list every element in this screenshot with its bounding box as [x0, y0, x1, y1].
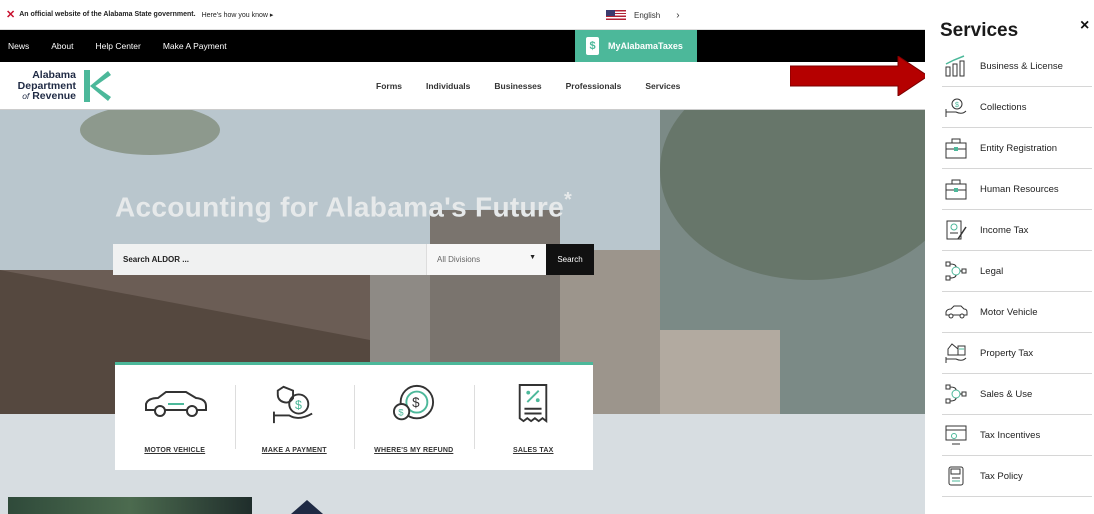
official-text: An official website of the Alabama State…: [19, 11, 196, 18]
quick-links: MOTOR VEHICLE $ MAKE A PAYMENT $ $ WHERE…: [115, 362, 593, 470]
services-panel: Services × Business & License $ Collecti…: [925, 0, 1094, 514]
car-icon: [144, 391, 207, 417]
logo-line1: Alabama: [32, 69, 76, 81]
hand-money-icon: $: [942, 95, 970, 119]
service-tax-policy[interactable]: Tax Policy: [942, 456, 1092, 497]
svg-text:$: $: [295, 398, 302, 412]
quick-link-label: WHERE'S MY REFUND: [374, 447, 454, 454]
main-nav: Alabama Department of Revenue Forms Indi…: [0, 62, 925, 110]
search-button[interactable]: Search: [546, 244, 594, 275]
nav-make-payment[interactable]: Make A Payment: [163, 41, 227, 51]
nav-businesses[interactable]: Businesses: [494, 81, 541, 91]
screen-icon: [942, 423, 970, 447]
service-business-license[interactable]: Business & License: [942, 46, 1092, 87]
briefcase-icon: [942, 136, 970, 160]
svg-text:$: $: [412, 395, 420, 410]
myalabamataxes-button[interactable]: $ MyAlabamaTaxes: [575, 30, 697, 62]
quick-link-refund[interactable]: $ $ WHERE'S MY REFUND: [354, 365, 474, 470]
search-bar: All Divisions ▼ Search: [113, 244, 594, 275]
receipt-icon: [519, 384, 548, 423]
service-motor-vehicle[interactable]: Motor Vehicle: [942, 292, 1092, 333]
top-nav: News About Help Center Make A Payment: [0, 30, 925, 62]
service-label: Entity Registration: [980, 142, 1058, 154]
service-label: Human Resources: [980, 183, 1059, 195]
nav-professionals[interactable]: Professionals: [566, 81, 622, 91]
k-logo-icon: [84, 70, 111, 102]
nav-forms[interactable]: Forms: [376, 81, 402, 91]
document-pen-icon: [942, 218, 970, 242]
logo-line3: of Revenue: [22, 90, 76, 102]
car-icon: [942, 300, 970, 324]
service-sales-use[interactable]: Sales & Use: [942, 374, 1092, 415]
refund-coin-icon: $ $: [392, 384, 434, 421]
service-legal[interactable]: Legal: [942, 251, 1092, 292]
scroll-marker-icon: [291, 500, 323, 514]
division-select[interactable]: All Divisions ▼: [426, 244, 546, 275]
service-label: Income Tax: [980, 224, 1029, 236]
service-label: Collections: [980, 101, 1027, 113]
service-label: Legal: [980, 265, 1004, 277]
tax-scroll-icon: [942, 464, 970, 488]
quick-link-label: MAKE A PAYMENT: [261, 447, 327, 454]
official-banner: ✕ An official website of the Alabama Sta…: [0, 0, 925, 30]
service-property-tax[interactable]: Property Tax: [942, 333, 1092, 374]
search-input[interactable]: [113, 244, 426, 275]
division-value: All Divisions: [437, 255, 481, 264]
quick-link-sales-tax[interactable]: SALES TAX: [473, 365, 594, 470]
how-you-know-link[interactable]: Here’s how you know ▸: [202, 11, 274, 19]
service-label: Tax Incentives: [980, 429, 1041, 441]
svg-text:$: $: [955, 102, 959, 109]
aldor-logo[interactable]: Alabama Department of Revenue: [4, 70, 76, 102]
quick-link-label: MOTOR VEHICLE: [144, 447, 206, 454]
nav-individuals[interactable]: Individuals: [426, 81, 470, 91]
nav-services[interactable]: Services: [645, 81, 680, 91]
page: ✕ An official website of the Alabama Sta…: [0, 0, 1094, 514]
language-selector[interactable]: English ›: [606, 7, 700, 24]
red-arrow-annotation: [790, 56, 925, 96]
service-income-tax[interactable]: Income Tax: [942, 210, 1092, 251]
nav-help-center[interactable]: Help Center: [95, 41, 140, 51]
network-icon: [942, 382, 970, 406]
services-title: Services: [940, 20, 1019, 41]
chevron-right-icon: ›: [676, 10, 680, 21]
service-label: Business & License: [980, 60, 1063, 72]
service-label: Tax Policy: [980, 470, 1023, 482]
hand-payment-icon: $: [273, 385, 313, 424]
service-human-resources[interactable]: Human Resources: [942, 169, 1092, 210]
gavel-network-icon: [942, 259, 970, 283]
service-label: Motor Vehicle: [980, 306, 1038, 318]
service-entity-registration[interactable]: Entity Registration: [942, 128, 1092, 169]
service-label: Property Tax: [980, 347, 1034, 359]
briefcase-icon: [942, 177, 970, 201]
service-collections[interactable]: $ Collections: [942, 87, 1092, 128]
service-tax-incentives[interactable]: Tax Incentives: [942, 415, 1092, 456]
service-label: Sales & Use: [980, 388, 1033, 400]
news-thumbnail-image: [8, 497, 252, 514]
bar-growth-icon: [942, 54, 970, 78]
us-flag-icon: [606, 10, 626, 21]
quick-link-make-payment[interactable]: $ MAKE A PAYMENT: [234, 365, 355, 470]
language-label: English: [634, 11, 661, 20]
close-icon[interactable]: ✕: [6, 8, 15, 21]
nav-about[interactable]: About: [51, 41, 73, 51]
myalabamataxes-label: MyAlabamaTaxes: [608, 41, 683, 51]
quick-link-label: SALES TAX: [512, 447, 554, 454]
nav-news[interactable]: News: [8, 41, 29, 51]
svg-text:$: $: [398, 407, 404, 418]
dollar-document-icon: $: [586, 37, 599, 55]
main-page: ✕ An official website of the Alabama Sta…: [0, 0, 925, 514]
hero-title: Accounting for Alabama's Future*: [115, 189, 573, 223]
quick-link-motor-vehicle[interactable]: MOTOR VEHICLE: [115, 365, 235, 470]
caret-down-icon: ▼: [529, 254, 536, 261]
house-hand-icon: [942, 341, 970, 365]
close-panel-button[interactable]: ×: [1080, 17, 1089, 35]
